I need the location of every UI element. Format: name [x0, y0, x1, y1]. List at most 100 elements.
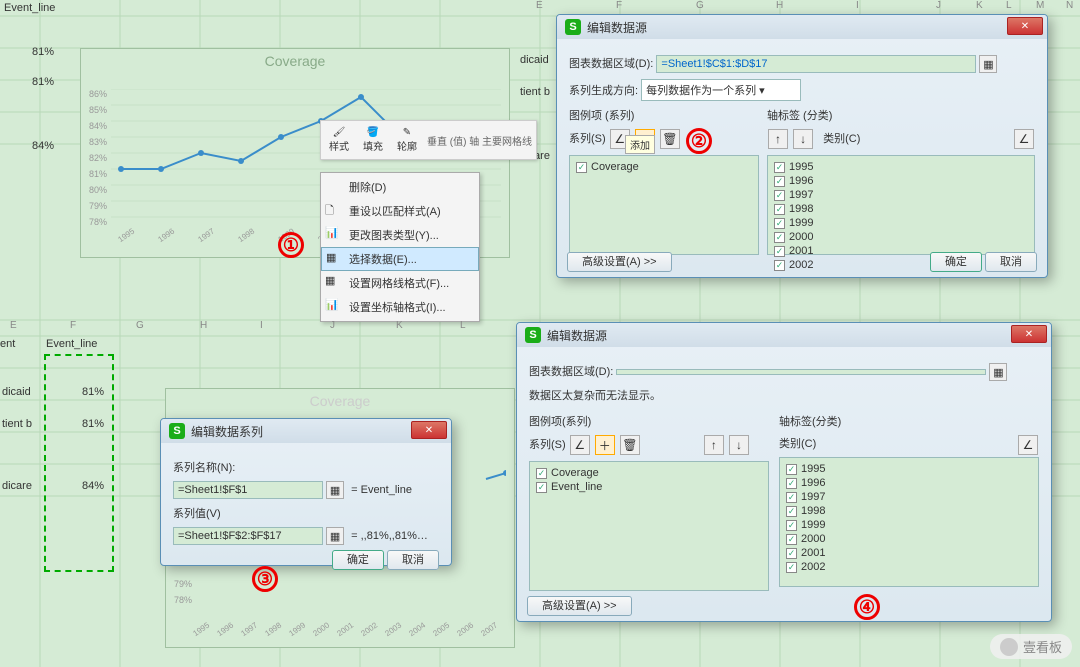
axis-label: 轴标签(分类)	[779, 413, 1039, 429]
move-up-button[interactable]: ↑	[768, 129, 788, 149]
move-down-button[interactable]: ↓	[729, 435, 749, 455]
wechat-icon	[1000, 638, 1018, 656]
col-F2[interactable]: F	[70, 320, 76, 336]
close-button[interactable]: ✕	[411, 421, 447, 439]
add-series-button[interactable]: ＋	[595, 435, 615, 455]
category-list[interactable]: ✓1995 ✓1996 ✓1997 ✓1998 ✓1999 ✓2000 ✓200…	[767, 155, 1035, 255]
col-G2[interactable]: G	[136, 320, 144, 336]
close-button[interactable]: ✕	[1007, 17, 1043, 35]
dialog-edit-data-source-2: S 编辑数据源 ✕ 图表数据区域(D): ▦ 数据区太复杂而无法显示。 图例项(…	[516, 322, 1052, 622]
cell-header[interactable]: Event_line	[4, 2, 55, 14]
list-item[interactable]: ✓1995	[772, 160, 1030, 174]
edit-cat-button[interactable]: ∠	[1018, 435, 1038, 455]
callout-1: ①	[278, 232, 304, 258]
col-E[interactable]: E	[536, 0, 543, 16]
cell-tient[interactable]: tient b	[520, 86, 550, 98]
category-list[interactable]: ✓1995 ✓1996 ✓1997 ✓1998 ✓1999 ✓2000 ✓200…	[779, 457, 1039, 587]
axis-label: 轴标签 (分类)	[767, 107, 1035, 123]
val-input[interactable]: =Sheet1!$F$2:$F$17	[173, 527, 323, 545]
menu-format-gridlines[interactable]: ▦设置网格线格式(F)...	[321, 271, 479, 295]
ok-button[interactable]: 确定	[332, 550, 384, 570]
list-item[interactable]: ✓1998	[772, 202, 1030, 216]
col-J2[interactable]: J	[330, 320, 335, 336]
list-item[interactable]: ✓1999	[784, 518, 1034, 532]
direction-select[interactable]: 每列数据作为一个系列 ▾	[641, 79, 801, 101]
callout-2: ②	[686, 128, 712, 154]
range-input[interactable]: =Sheet1!$C$1:$D$17	[656, 55, 976, 73]
series-list[interactable]: ✓Coverage ✓Event_line	[529, 461, 769, 591]
cell-val1[interactable]: 81%	[32, 46, 54, 58]
name-picker-button[interactable]: ▦	[326, 481, 344, 499]
chart-title: Coverage	[81, 53, 509, 69]
cancel-button[interactable]: 取消	[387, 550, 439, 570]
range-input[interactable]	[616, 369, 986, 375]
cancel-button[interactable]: 取消	[985, 252, 1037, 272]
list-item[interactable]: ✓1996	[784, 476, 1034, 490]
advanced-button[interactable]: 高级设置(A) >>	[567, 252, 672, 272]
col-N[interactable]: N	[1066, 0, 1073, 16]
range-label: 图表数据区域(D):	[569, 55, 653, 71]
edit-series-button[interactable]: ∠	[570, 435, 590, 455]
legend-label: 图例项(系列)	[529, 413, 769, 429]
list-item[interactable]: ✓1997	[772, 188, 1030, 202]
move-down-button[interactable]: ↓	[793, 129, 813, 149]
cell-val2[interactable]: 81%	[32, 76, 54, 88]
cell-row-tient[interactable]: tient b	[2, 418, 32, 430]
cell-row-dicare[interactable]: dicare	[2, 480, 32, 492]
list-item[interactable]: ✓2000	[784, 532, 1034, 546]
list-item[interactable]: ✓Event_line	[534, 480, 764, 494]
cell-event-line[interactable]: Event_line	[46, 338, 97, 350]
menu-reset[interactable]: 🗋重设以匹配样式(A)	[321, 199, 479, 223]
val-preview: = ,,81%,,81%…	[351, 530, 428, 542]
chart-title-2: Coverage	[166, 393, 514, 409]
list-item[interactable]: ✓2001	[784, 546, 1034, 560]
list-item[interactable]: ✓1995	[784, 462, 1034, 476]
col-I2[interactable]: I	[260, 320, 263, 336]
list-item[interactable]: ✓Coverage	[534, 466, 764, 480]
dialog-title: 编辑数据系列	[191, 423, 263, 440]
range-label: 图表数据区域(D):	[529, 363, 613, 379]
pen-icon: ✎	[403, 127, 411, 138]
series-list[interactable]: ✓Coverage	[569, 155, 759, 255]
close-button[interactable]: ✕	[1011, 325, 1047, 343]
name-input[interactable]: =Sheet1!$F$1	[173, 481, 323, 499]
menu-delete[interactable]: 删除(D)	[321, 175, 479, 199]
menu-format-axis[interactable]: 📊设置坐标轴格式(I)...	[321, 295, 479, 319]
range-picker-button[interactable]: ▦	[989, 363, 1007, 381]
menu-select-data[interactable]: ▦选择数据(E)...	[321, 247, 479, 271]
delete-series-button[interactable]: 🗑	[660, 129, 680, 149]
menu-change-type[interactable]: 📊更改图表类型(Y)...	[321, 223, 479, 247]
style-button[interactable]: 🖌样式	[325, 125, 353, 155]
advanced-button[interactable]: 高级设置(A) >>	[527, 596, 632, 616]
col-H2[interactable]: H	[200, 320, 207, 336]
list-item[interactable]: ✓1996	[772, 174, 1030, 188]
col-K2[interactable]: K	[396, 320, 403, 336]
col-L2[interactable]: L	[460, 320, 466, 336]
cell-row-dicaid[interactable]: dicaid	[2, 386, 31, 398]
col-E2[interactable]: E	[10, 320, 17, 336]
ok-button[interactable]: 确定	[930, 252, 982, 272]
list-item[interactable]: ✓2000	[772, 230, 1030, 244]
series-label: 系列(S)	[569, 133, 606, 145]
cell-val3[interactable]: 84%	[32, 140, 54, 152]
grid-icon: ▦	[325, 274, 341, 290]
cell-dicaid[interactable]: dicaid	[520, 54, 549, 66]
delete-series-button[interactable]: 🗑	[620, 435, 640, 455]
list-item[interactable]: ✓1999	[772, 216, 1030, 230]
list-item[interactable]: ✓2002	[784, 560, 1034, 574]
dialog-edit-series: S 编辑数据系列 ✕ 系列名称(N): =Sheet1!$F$1 ▦ = Eve…	[160, 418, 452, 566]
val-picker-button[interactable]: ▦	[326, 527, 344, 545]
context-menu: 删除(D) 🗋重设以匹配样式(A) 📊更改图表类型(Y)... ▦选择数据(E)…	[320, 172, 480, 322]
range-picker-button[interactable]: ▦	[979, 55, 997, 73]
outline-button[interactable]: ✎轮廓	[393, 125, 421, 155]
callout-3: ③	[252, 566, 278, 592]
dialog-title: 编辑数据源	[547, 327, 607, 344]
move-up-button[interactable]: ↑	[704, 435, 724, 455]
edit-cat-button[interactable]: ∠	[1014, 129, 1034, 149]
cell-ent[interactable]: ent	[0, 338, 15, 350]
list-item[interactable]: ✓Coverage	[574, 160, 754, 174]
list-item[interactable]: ✓1998	[784, 504, 1034, 518]
direction-label: 系列生成方向:	[569, 82, 638, 98]
fill-button[interactable]: 🪣填充	[359, 125, 387, 155]
list-item[interactable]: ✓1997	[784, 490, 1034, 504]
